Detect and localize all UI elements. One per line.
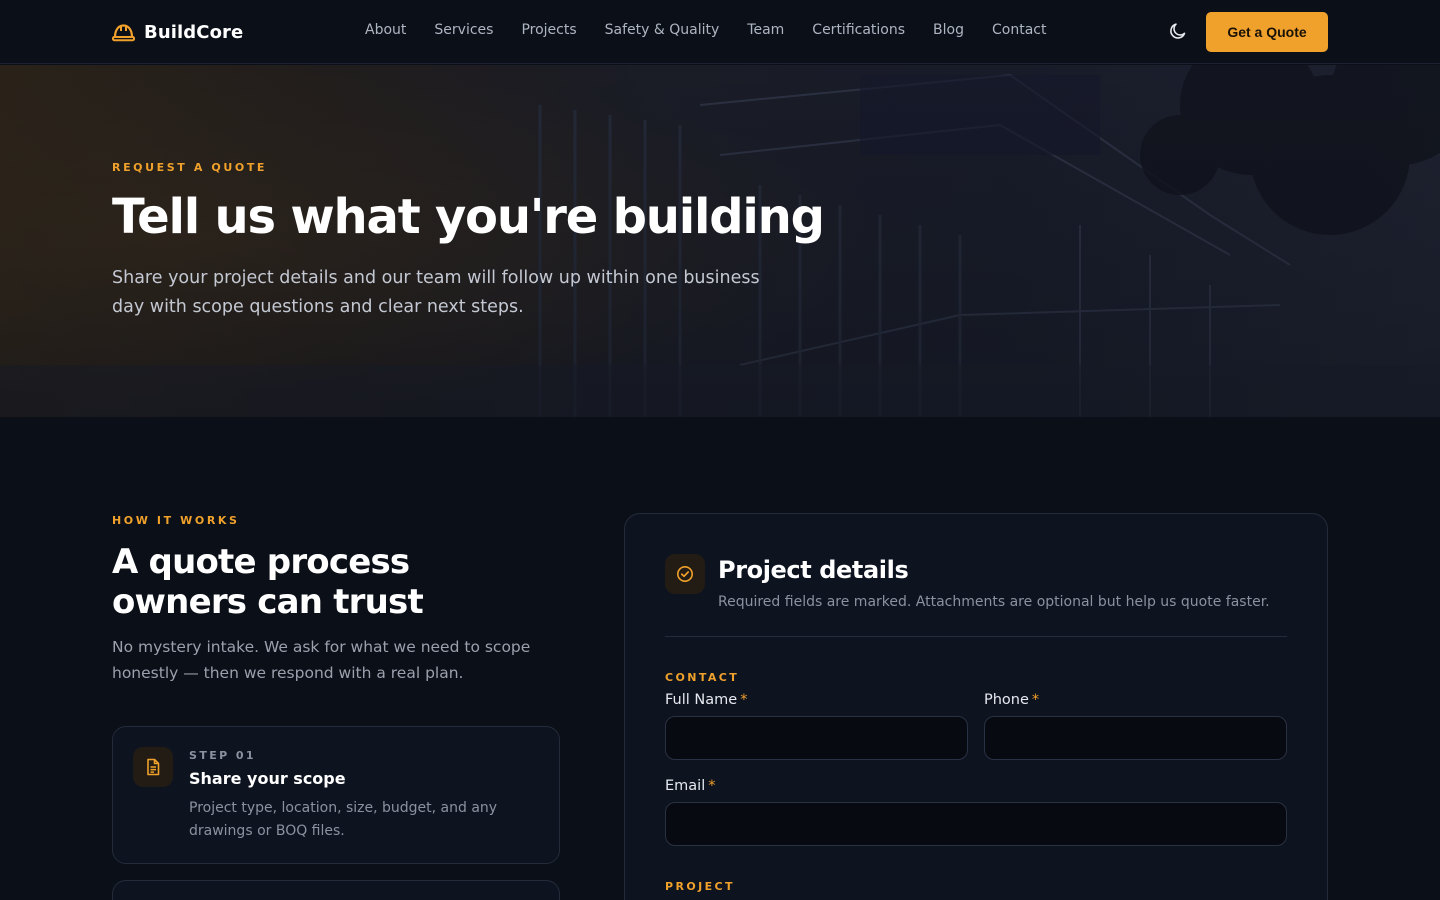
required-mark: *: [1031, 692, 1040, 708]
required-mark: *: [708, 778, 716, 794]
nav-link-projects[interactable]: Projects: [521, 22, 576, 38]
phone-label: Phone *: [984, 692, 1040, 708]
how-eyebrow: HOW IT WORKS: [112, 514, 240, 527]
nav-links: About Services Projects Safety & Quality…: [365, 22, 1046, 38]
hard-hat-icon: [112, 22, 135, 42]
nav-link-contact[interactable]: Contact: [992, 22, 1046, 38]
step-card: [112, 880, 560, 900]
theme-toggle-button[interactable]: [1167, 21, 1189, 43]
email-input[interactable]: [665, 802, 1287, 846]
get-quote-button[interactable]: Get a Quote: [1206, 12, 1328, 52]
brand-logo-link[interactable]: BuildCore: [112, 20, 243, 44]
required-mark: *: [740, 692, 748, 708]
nav-link-certifications[interactable]: Certifications: [812, 22, 905, 38]
nav-link-team[interactable]: Team: [747, 22, 784, 38]
form-title: Project details: [718, 556, 909, 584]
email-label: Email *: [665, 778, 716, 794]
form-subtitle: Required fields are marked. Attachments …: [718, 594, 1270, 610]
how-subtitle: No mystery intake. We ask for what we ne…: [112, 638, 531, 682]
nav-link-safety-quality[interactable]: Safety & Quality: [605, 22, 720, 38]
phone-input[interactable]: [984, 716, 1287, 760]
contact-section-label: CONTACT: [665, 671, 740, 684]
full-name-input[interactable]: [665, 716, 968, 760]
full-name-label: Full Name *: [665, 692, 748, 708]
step-card: STEP 01 Share your scope Project type, l…: [112, 726, 560, 864]
how-title: A quote process owners can trust: [112, 542, 424, 622]
nav-link-services[interactable]: Services: [434, 22, 493, 38]
top-navigation: BuildCore About Services Projects Safety…: [0, 0, 1440, 64]
page-title: Tell us what you're building: [112, 189, 825, 245]
divider: [665, 636, 1287, 637]
quote-form-card: Project details Required fields are mark…: [624, 513, 1328, 900]
step-description: Project type, location, size, budget, an…: [189, 800, 498, 839]
moon-icon: [1168, 21, 1188, 44]
hero-section: REQUEST A QUOTE Tell us what you're buil…: [0, 65, 1440, 417]
nav-link-blog[interactable]: Blog: [933, 22, 964, 38]
step-title: Share your scope: [189, 769, 346, 788]
document-icon: [133, 747, 173, 787]
nav-link-about[interactable]: About: [365, 22, 406, 38]
step-number: STEP 01: [189, 749, 256, 762]
project-section-label: PROJECT: [665, 880, 735, 893]
brand-name: BuildCore: [144, 21, 244, 43]
check-circle-icon: [665, 554, 705, 594]
hero-subtitle: Share your project details and our team …: [112, 268, 760, 317]
hero-eyebrow: REQUEST A QUOTE: [112, 161, 268, 174]
